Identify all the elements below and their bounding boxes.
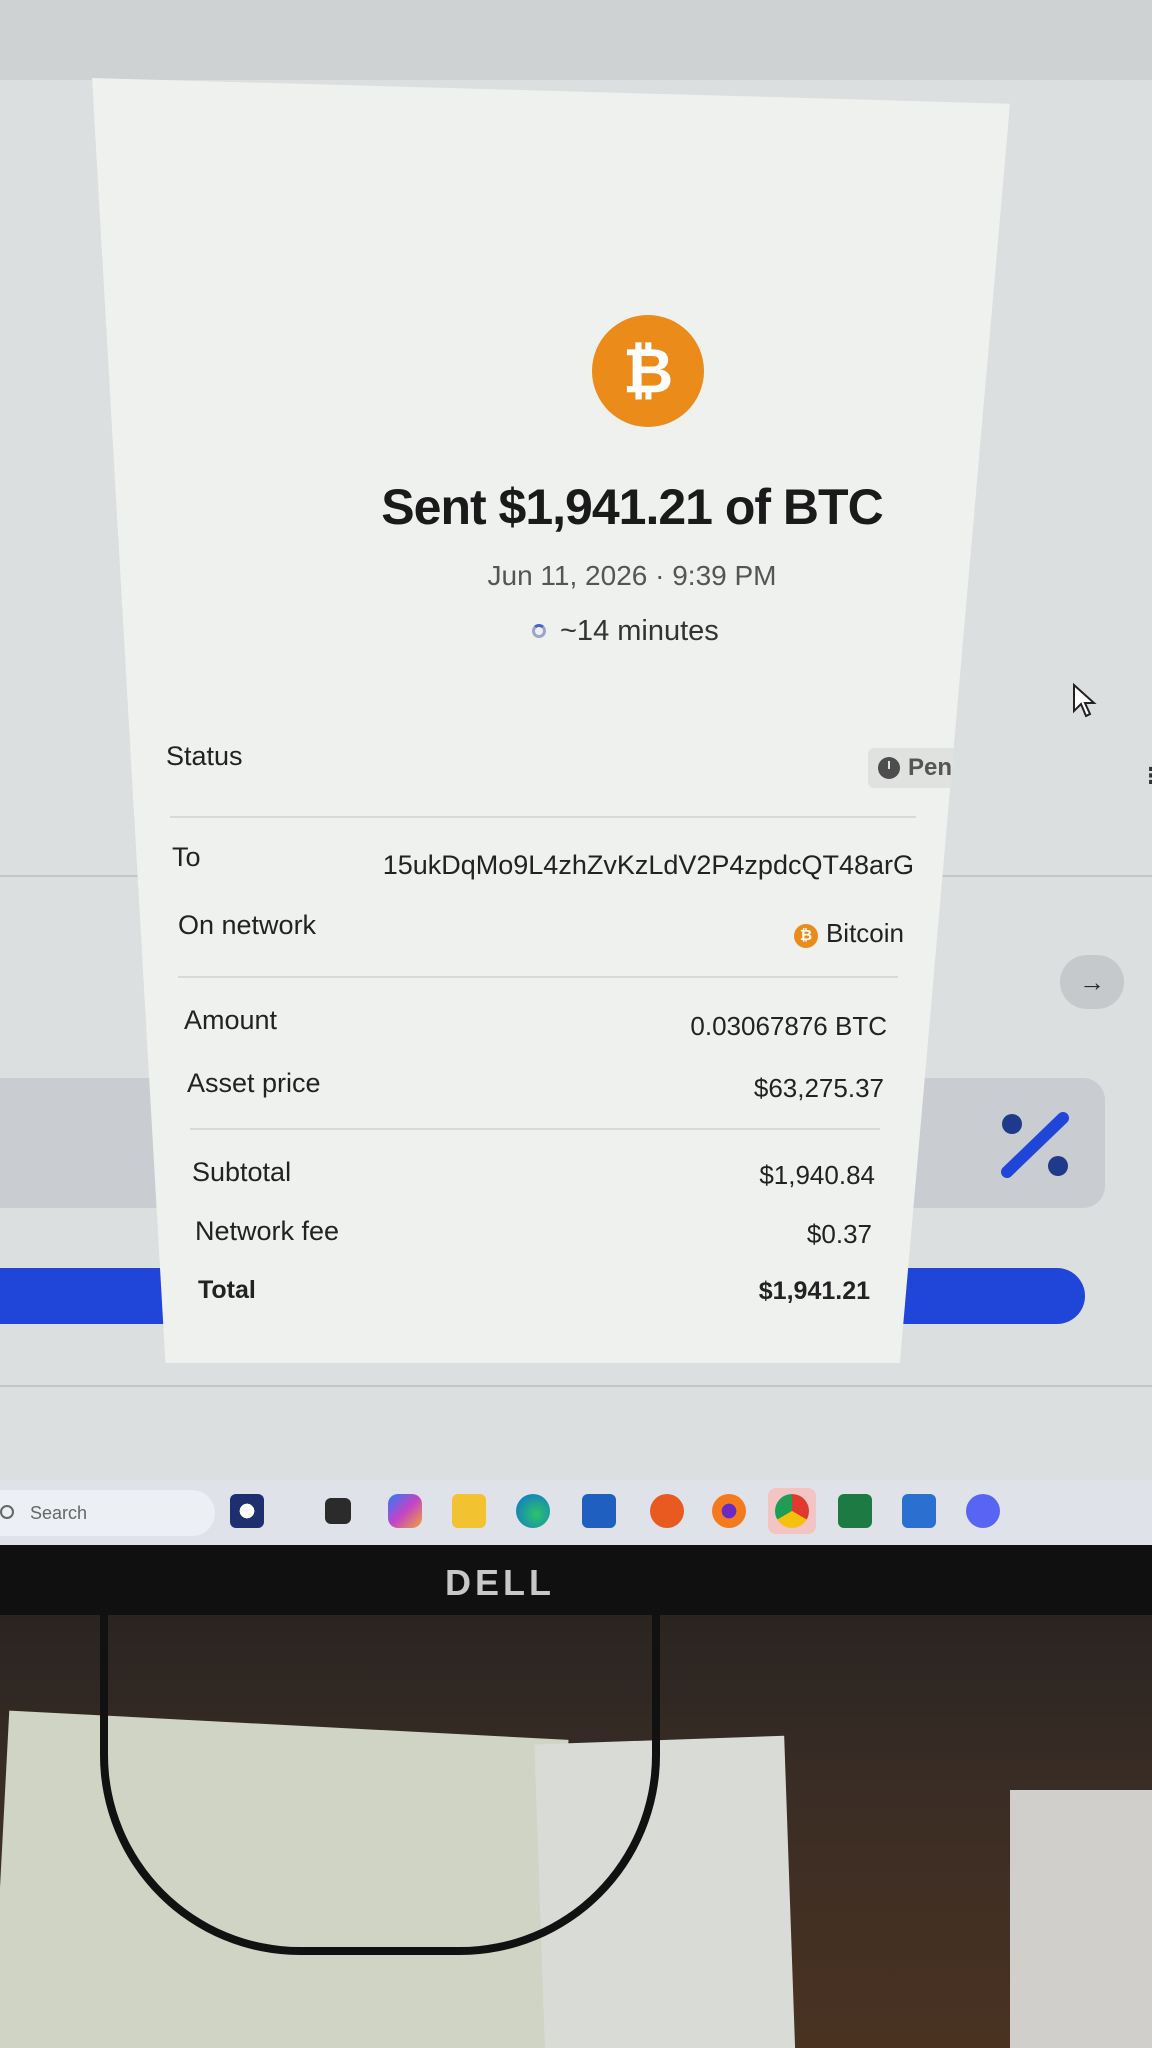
arrow-right-icon[interactable]: → (1060, 955, 1124, 1009)
status-label: Status (166, 741, 243, 771)
mouse-cursor-icon (1073, 683, 1097, 718)
firefox-icon[interactable] (712, 1494, 746, 1528)
eta-text: ~14 minutes (560, 615, 719, 647)
monitor-cable (100, 1615, 660, 1955)
paper-stack (1010, 1790, 1152, 2048)
total-value: $1,941.21 (758, 1277, 870, 1305)
chrome-active-tab[interactable] (768, 1488, 816, 1534)
duckduckgo-icon[interactable] (650, 1494, 684, 1528)
background-divider (0, 1385, 1152, 1387)
taskbar-search-input[interactable]: Search (0, 1490, 215, 1536)
taskbar: Search (0, 1480, 1152, 1545)
copilot-icon[interactable] (388, 1494, 422, 1528)
amount-label: Amount (184, 1005, 278, 1035)
total-label: Total (198, 1276, 256, 1304)
search-icon (0, 1505, 14, 1519)
amount-value: 0.03067876 BTC (690, 1011, 887, 1041)
to-label: To (172, 842, 201, 872)
network-fee-value: $0.37 (806, 1219, 872, 1249)
browser-top-area (0, 0, 1152, 80)
divider (178, 976, 898, 978)
divider (170, 816, 916, 818)
store-icon[interactable] (582, 1494, 616, 1528)
outlook-icon[interactable] (902, 1494, 936, 1528)
excel-icon[interactable] (838, 1494, 872, 1528)
more-options-icon[interactable]: ⋮ (1140, 765, 1152, 804)
monitor-screen: → ⋮ × ₿ Sent $1,941.21 of BTC Jun 11, 20… (0, 0, 1152, 1545)
clock-icon (878, 757, 900, 779)
loading-spinner-icon (532, 624, 546, 638)
transaction-title: Sent $1,941.21 of BTC (381, 479, 883, 535)
edge-icon[interactable] (516, 1494, 550, 1528)
recipient-address[interactable]: 15ukDqMo9L4zhZvKzLdV2P4zpdcQT48arG (342, 850, 914, 881)
divider (190, 1128, 880, 1130)
transaction-details-modal: × ₿ Sent $1,941.21 of BTC Jun 11, 2026 ·… (92, 78, 1010, 1363)
subtotal-value: $1,940.84 (759, 1160, 875, 1190)
monitor-bezel (0, 1545, 1152, 1615)
eta-indicator: ~14 minutes (532, 615, 782, 648)
file-explorer-icon[interactable] (452, 1494, 486, 1528)
search-placeholder: Search (30, 1503, 88, 1523)
subtotal-label: Subtotal (192, 1157, 292, 1187)
discord-icon[interactable] (966, 1494, 1000, 1528)
transaction-date: Jun 11, 2026 · 9:39 PM (487, 560, 777, 591)
chrome-icon (775, 1494, 809, 1528)
widgets-icon[interactable] (230, 1494, 264, 1528)
dell-logo: DELL (445, 1562, 555, 1603)
percent-icon (1001, 1112, 1069, 1178)
network-label: On network (178, 910, 317, 940)
network-fee-label: Network fee (195, 1216, 340, 1246)
network-name: Bitcoin (825, 918, 904, 948)
asset-price-value: $63,275.37 (753, 1073, 884, 1103)
bitcoin-icon: ₿ (592, 315, 704, 427)
network-value: ₿ Bitcoin (652, 918, 904, 949)
task-view-icon[interactable] (325, 1498, 351, 1524)
asset-price-label: Asset price (187, 1068, 321, 1098)
bitcoin-small-icon: ₿ (793, 924, 818, 948)
